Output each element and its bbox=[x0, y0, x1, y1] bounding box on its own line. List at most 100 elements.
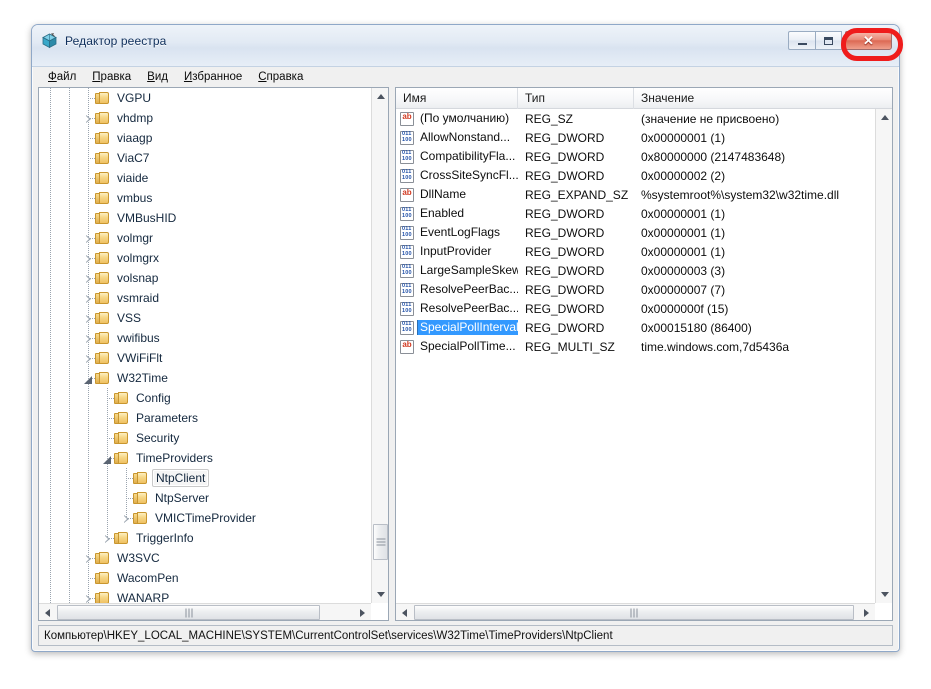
maximize-button[interactable] bbox=[815, 31, 842, 50]
tree-item-ntpserver[interactable]: NtpServer bbox=[39, 488, 371, 508]
value-row[interactable]: AllowNonstand... REG_DWORD 0x00000001 (1) bbox=[396, 128, 875, 147]
chevron-right-icon[interactable] bbox=[83, 273, 94, 284]
value-row[interactable]: ResolvePeerBac... REG_DWORD 0x00000007 (7) bbox=[396, 280, 875, 299]
tree-item-volmgr[interactable]: volmgr bbox=[39, 228, 371, 248]
value-name-cell[interactable]: AllowNonstand... bbox=[396, 130, 518, 145]
chevron-right-icon[interactable] bbox=[102, 533, 113, 544]
tree-item-label: Config bbox=[136, 391, 171, 405]
tree-item-volsnap[interactable]: volsnap bbox=[39, 268, 371, 288]
menu-item-файл[interactable]: Файл bbox=[40, 69, 84, 85]
chevron-right-icon[interactable] bbox=[83, 353, 94, 364]
chevron-right-icon[interactable] bbox=[83, 553, 94, 564]
tree-item-vmbus[interactable]: vmbus bbox=[39, 188, 371, 208]
column-header-type[interactable]: Тип bbox=[518, 88, 634, 109]
tree-scroll-up-button[interactable] bbox=[372, 88, 388, 105]
tree-item-viac7[interactable]: ViaC7 bbox=[39, 148, 371, 168]
tree-item-label: vwifibus bbox=[117, 331, 160, 345]
tree-item-vwififlt[interactable]: VWiFiFlt bbox=[39, 348, 371, 368]
tree-item-vhdmp[interactable]: vhdmp bbox=[39, 108, 371, 128]
tree-item-timeproviders[interactable]: TimeProviders bbox=[39, 448, 371, 468]
tree-item-security[interactable]: Security bbox=[39, 428, 371, 448]
value-row[interactable]: InputProvider REG_DWORD 0x00000001 (1) bbox=[396, 242, 875, 261]
tree-scroll-left-button[interactable] bbox=[39, 604, 56, 620]
value-name-cell[interactable]: DllName bbox=[396, 187, 518, 202]
registry-tree[interactable]: VGPU vhdmp viaagp ViaC7 viaide vmbus VMBusHID v… bbox=[39, 88, 371, 603]
column-header-name[interactable]: Имя bbox=[396, 88, 518, 109]
value-name-cell[interactable]: CrossSiteSyncFl... bbox=[396, 168, 518, 183]
value-name-cell[interactable]: ResolvePeerBac... bbox=[396, 301, 518, 316]
tree-item-w3svc[interactable]: W3SVC bbox=[39, 548, 371, 568]
tree-horizontal-scrollbar[interactable] bbox=[39, 603, 371, 620]
tree-item-triggerinfo[interactable]: TriggerInfo bbox=[39, 528, 371, 548]
maximize-icon bbox=[824, 36, 833, 45]
value-name-cell[interactable]: Enabled bbox=[396, 206, 518, 221]
tree-item-ntpclient[interactable]: NtpClient bbox=[39, 468, 371, 488]
chevron-right-icon[interactable] bbox=[83, 113, 94, 124]
tree-vertical-scrollbar[interactable] bbox=[371, 88, 388, 603]
tree-item-vmictimeprovider[interactable]: VMICTimeProvider bbox=[39, 508, 371, 528]
tree-item-vwifibus[interactable]: vwifibus bbox=[39, 328, 371, 348]
value-name-cell[interactable]: (По умолчанию) bbox=[396, 111, 518, 126]
menu-item-вид[interactable]: Вид bbox=[139, 69, 176, 85]
list-scroll-left-button[interactable] bbox=[396, 604, 413, 620]
close-button[interactable]: ✕ bbox=[845, 31, 892, 50]
triangle-right-icon bbox=[360, 608, 365, 617]
chevron-down-icon[interactable] bbox=[83, 373, 94, 384]
tree-item-vsmraid[interactable]: vsmraid bbox=[39, 288, 371, 308]
tree-item-vmbushid[interactable]: VMBusHID bbox=[39, 208, 371, 228]
tree-scroll-down-button[interactable] bbox=[372, 586, 388, 603]
menu-item-избранное[interactable]: Избранное bbox=[176, 69, 250, 85]
menu-item-справка[interactable]: Справка bbox=[250, 69, 311, 85]
value-name-cell[interactable]: SpecialPollTime... bbox=[396, 339, 518, 354]
value-row[interactable]: CompatibilityFla... REG_DWORD 0x80000000 (… bbox=[396, 147, 875, 166]
list-horizontal-scrollbar[interactable] bbox=[396, 603, 875, 620]
value-name-cell[interactable]: LargeSampleSkew bbox=[396, 263, 518, 278]
tree-item-w32time[interactable]: W32Time bbox=[39, 368, 371, 388]
value-name-cell[interactable]: ResolvePeerBac... bbox=[396, 282, 518, 297]
chevron-right-icon[interactable] bbox=[83, 253, 94, 264]
list-scroll-down-button[interactable] bbox=[876, 586, 892, 603]
value-row[interactable]: ResolvePeerBac... REG_DWORD 0x0000000f (15… bbox=[396, 299, 875, 318]
value-name-cell[interactable]: SpecialPollInterval bbox=[396, 320, 518, 335]
values-list[interactable]: (По умолчанию) REG_SZ (значение не присвое… bbox=[396, 109, 875, 603]
tree-item-viaagp[interactable]: viaagp bbox=[39, 128, 371, 148]
value-name-cell[interactable]: InputProvider bbox=[396, 244, 518, 259]
value-row[interactable]: SpecialPollInterval REG_DWORD 0x00015180 (… bbox=[396, 318, 875, 337]
value-row[interactable]: EventLogFlags REG_DWORD 0x00000001 (1) bbox=[396, 223, 875, 242]
value-row[interactable]: Enabled REG_DWORD 0x00000001 (1) bbox=[396, 204, 875, 223]
chevron-right-icon[interactable] bbox=[83, 293, 94, 304]
value-name-cell[interactable]: CompatibilityFla... bbox=[396, 149, 518, 164]
chevron-right-icon[interactable] bbox=[83, 233, 94, 244]
value-row[interactable]: SpecialPollTime... REG_MULTI_SZ time.windo… bbox=[396, 337, 875, 356]
chevron-right-icon[interactable] bbox=[83, 593, 94, 604]
tree-vscroll-thumb[interactable] bbox=[373, 524, 388, 560]
chevron-right-icon[interactable] bbox=[83, 313, 94, 324]
chevron-right-icon[interactable] bbox=[121, 513, 132, 524]
tree-scroll-right-button[interactable] bbox=[354, 604, 371, 620]
chevron-down-icon[interactable] bbox=[102, 453, 113, 464]
tree-hscroll-thumb[interactable] bbox=[57, 605, 320, 620]
tree-item-wacompen[interactable]: WacomPen bbox=[39, 568, 371, 588]
value-row[interactable]: LargeSampleSkew REG_DWORD 0x00000003 (3) bbox=[396, 261, 875, 280]
list-scroll-up-button[interactable] bbox=[876, 109, 892, 126]
tree-item-config[interactable]: Config bbox=[39, 388, 371, 408]
tree-item-vgpu[interactable]: VGPU bbox=[39, 88, 371, 108]
tree-item-vss[interactable]: VSS bbox=[39, 308, 371, 328]
tree-item-volmgrx[interactable]: volmgrx bbox=[39, 248, 371, 268]
list-hscroll-thumb[interactable] bbox=[414, 605, 854, 620]
tree-item-wanarp[interactable]: WANARP bbox=[39, 588, 371, 603]
chevron-right-icon[interactable] bbox=[83, 333, 94, 344]
tree-item-parameters[interactable]: Parameters bbox=[39, 408, 371, 428]
value-row[interactable]: (По умолчанию) REG_SZ (значение не присвое… bbox=[396, 109, 875, 128]
triangle-down-icon bbox=[880, 592, 889, 597]
tree-item-viaide[interactable]: viaide bbox=[39, 168, 371, 188]
list-scroll-right-button[interactable] bbox=[858, 604, 875, 620]
list-vertical-scrollbar[interactable] bbox=[875, 109, 892, 603]
menu-item-правка[interactable]: Правка bbox=[84, 69, 139, 85]
value-name-cell[interactable]: EventLogFlags bbox=[396, 225, 518, 240]
value-row[interactable]: DllName REG_EXPAND_SZ %systemroot%\system3… bbox=[396, 185, 875, 204]
minimize-button[interactable] bbox=[788, 31, 815, 50]
value-row[interactable]: CrossSiteSyncFl... REG_DWORD 0x00000002 (2… bbox=[396, 166, 875, 185]
column-header-value[interactable]: Значение bbox=[634, 88, 892, 109]
